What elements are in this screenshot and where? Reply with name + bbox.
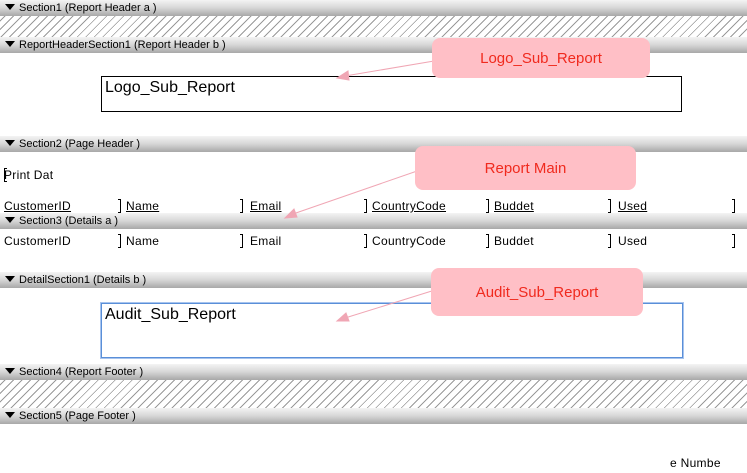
callout-text: Logo_Sub_Report bbox=[480, 49, 602, 67]
arrow-head-icon bbox=[335, 70, 350, 81]
callout-audit: Audit_Sub_Report bbox=[431, 268, 643, 316]
arrow-head-icon bbox=[283, 208, 298, 219]
callout-text: Report Main bbox=[484, 159, 567, 177]
callout-text: Audit_Sub_Report bbox=[475, 283, 599, 301]
callout-logo: Logo_Sub_Report bbox=[432, 38, 650, 78]
arrow-head-icon bbox=[335, 312, 350, 322]
callout-report-main: Report Main bbox=[415, 146, 636, 190]
